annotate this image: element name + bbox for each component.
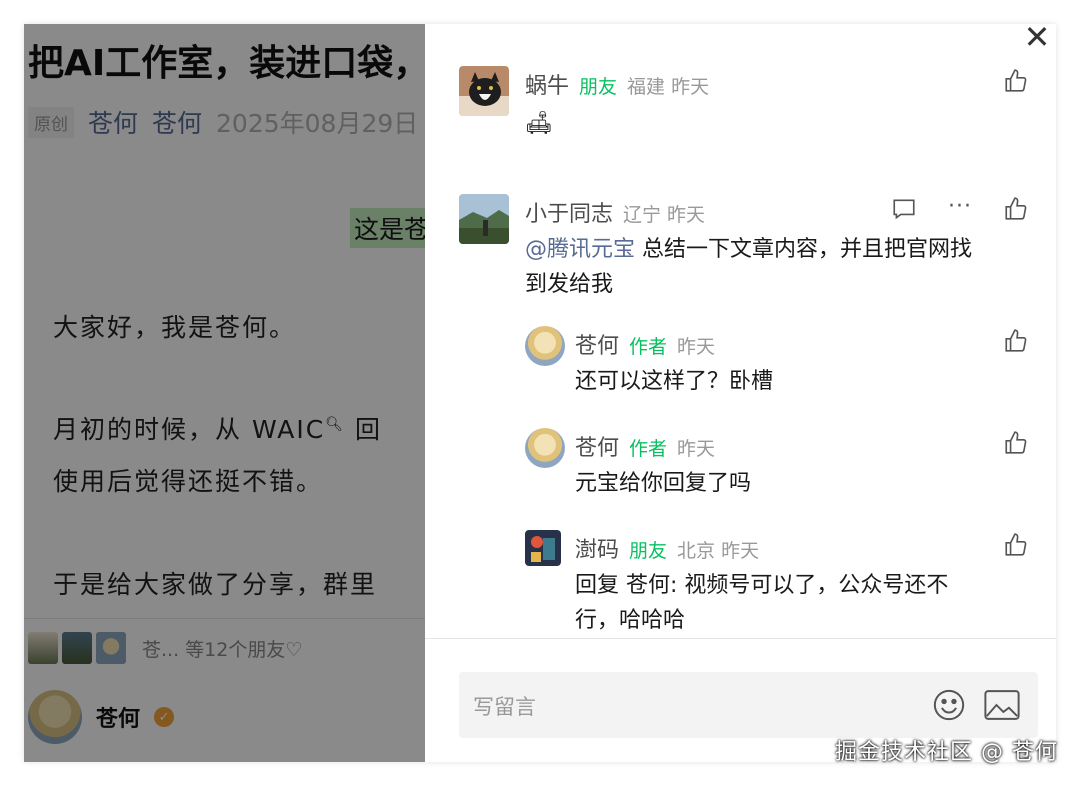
emoji-icon[interactable] xyxy=(932,688,966,722)
commenter-name[interactable]: 蜗牛 xyxy=(525,68,569,100)
article-content: 把AI工作室，装进口袋， 原创 苍何 苍何 2025年08月29日 这是苍 大家… xyxy=(24,24,425,762)
comment-meta: 辽宁 昨天 xyxy=(623,204,706,226)
comment-text-line1: 总结一下文章内容，并且把官网找 xyxy=(635,237,973,262)
dim-overlay[interactable] xyxy=(24,24,425,762)
thumbs-up-icon[interactable] xyxy=(1003,328,1029,354)
comment-item: 小于同志 辽宁 昨天 @腾讯元宝 总结一下文章内容，并且把官网找 到发给我 ··… xyxy=(459,194,1029,314)
reply-prefix: 回复 xyxy=(575,573,626,598)
thumbs-up-icon[interactable] xyxy=(1003,196,1029,222)
thumbs-up-icon[interactable] xyxy=(1003,68,1029,94)
comment-input-placeholder: 写留言 xyxy=(473,695,536,719)
thumbs-up-icon[interactable] xyxy=(1003,430,1029,456)
illustration-avatar[interactable] xyxy=(525,530,561,566)
reply-meta: 北京 昨天 xyxy=(677,540,760,562)
reply-meta: 昨天 xyxy=(677,438,716,460)
replier-name[interactable]: 苍何 xyxy=(575,430,619,462)
mention-link[interactable]: @腾讯元宝 xyxy=(525,237,635,262)
image-icon[interactable] xyxy=(984,689,1020,721)
reply-text-line1: : 视频号可以了，公众号还不 xyxy=(670,573,949,598)
author-tag: 作者 xyxy=(629,336,668,358)
comment-text: 🛋 xyxy=(525,111,553,136)
friend-tag: 朋友 xyxy=(629,540,668,562)
reply-target-name[interactable]: 苍何 xyxy=(626,573,670,598)
reply-item: 澍码 朋友 北京 昨天 回复 苍何: 视频号可以了，公众号还不 行，哈哈哈 xyxy=(525,530,1029,638)
watermark: 掘金技术社区 @ 苍何 xyxy=(835,740,1058,765)
wechat-article-window: 把AI工作室，装进口袋， 原创 苍何 苍何 2025年08月29日 这是苍 大家… xyxy=(24,24,1056,762)
reply-text: 元宝给你回复了吗 xyxy=(575,471,752,496)
comment-header: 小于同志 辽宁 昨天 xyxy=(525,196,705,228)
author-tag: 作者 xyxy=(629,438,668,460)
reply-item: 苍何 作者 昨天 还可以这样了？卧槽 xyxy=(525,326,1029,406)
comment-input[interactable]: 写留言 xyxy=(459,672,1038,738)
replier-name[interactable]: 澍码 xyxy=(575,532,619,564)
comment-text: @腾讯元宝 总结一下文章内容，并且把官网找 xyxy=(525,232,972,267)
landscape-avatar[interactable] xyxy=(459,194,509,244)
close-icon[interactable]: ✕ xyxy=(1022,24,1052,53)
author-avatar[interactable] xyxy=(525,428,565,468)
comment-meta: 福建 昨天 xyxy=(627,76,710,98)
reply-item: 苍何 作者 昨天 元宝给你回复了吗 xyxy=(525,428,1029,508)
reply-icon[interactable] xyxy=(891,196,917,222)
reply-text-line2: 行，哈哈哈 xyxy=(575,608,686,633)
comment-panel: ✕ 蜗牛 朋友 福建 昨天 🛋 小于同志 辽宁 昨天 @腾讯元宝 总结一下文章内… xyxy=(425,24,1056,762)
reply-header: 苍何 作者 昨天 xyxy=(575,430,715,462)
divider xyxy=(425,638,1056,639)
reply-text: 还可以这样了？卧槽 xyxy=(575,369,774,394)
reply-header: 苍何 作者 昨天 xyxy=(575,328,715,360)
reply-text: 回复 苍何: 视频号可以了，公众号还不 xyxy=(575,568,948,603)
comment-header: 蜗牛 朋友 福建 昨天 xyxy=(525,68,709,100)
author-avatar[interactable] xyxy=(525,326,565,366)
reply-header: 澍码 朋友 北京 昨天 xyxy=(575,532,759,564)
comment-item: 蜗牛 朋友 福建 昨天 🛋 xyxy=(459,66,1029,146)
cat-avatar[interactable] xyxy=(459,66,509,116)
more-icon[interactable]: ··· xyxy=(947,196,973,222)
commenter-name[interactable]: 小于同志 xyxy=(525,196,613,228)
friend-tag: 朋友 xyxy=(579,76,618,98)
replier-name[interactable]: 苍何 xyxy=(575,328,619,360)
comment-text-line2: 到发给我 xyxy=(525,272,614,297)
thumbs-up-icon[interactable] xyxy=(1003,532,1029,558)
reply-meta: 昨天 xyxy=(677,336,716,358)
